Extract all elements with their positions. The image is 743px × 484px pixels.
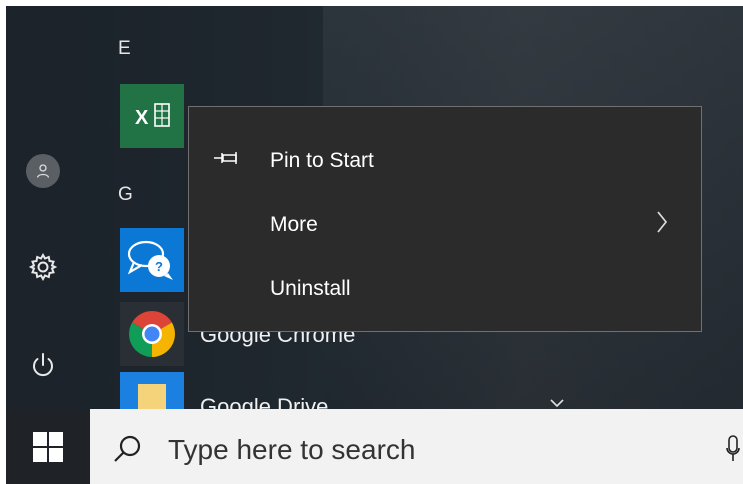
menu-item-more[interactable]: More — [189, 193, 701, 253]
drive-app-tile[interactable] — [120, 372, 184, 409]
excel-icon: X — [135, 103, 170, 129]
avatar — [26, 154, 60, 188]
menu-item-uninstall[interactable]: Uninstall — [189, 257, 701, 317]
power-button[interactable] — [24, 346, 62, 384]
chevron-down-icon — [550, 399, 564, 408]
context-menu: Pin to Start More Uninstall — [188, 106, 702, 332]
start-menu-left-rail — [6, 6, 78, 409]
menu-item-pin-to-start[interactable]: Pin to Start — [189, 129, 701, 189]
feedback-icon: ? — [127, 240, 173, 280]
settings-button[interactable] — [24, 248, 62, 286]
chrome-icon — [129, 311, 175, 357]
chevron-right-icon — [657, 211, 668, 233]
section-header-g[interactable]: G — [118, 184, 133, 206]
pin-icon — [214, 152, 237, 164]
power-icon — [33, 353, 53, 377]
menu-item-label: Uninstall — [270, 277, 351, 300]
section-header-e[interactable]: E — [118, 38, 131, 60]
svg-text:?: ? — [155, 259, 163, 274]
gear-icon — [28, 252, 58, 282]
search-icon — [114, 435, 141, 462]
feedback-hub-tile[interactable]: ? — [120, 228, 184, 292]
search-input[interactable]: Type here to search — [90, 409, 743, 484]
microphone-icon[interactable] — [726, 435, 740, 463]
menu-item-label: More — [270, 213, 318, 236]
chrome-app-tile[interactable] — [120, 302, 184, 366]
windows-logo-icon — [33, 431, 63, 462]
user-account-button[interactable] — [24, 152, 62, 190]
search-placeholder-text: Type here to search — [168, 434, 416, 465]
menu-item-label: Pin to Start — [270, 149, 374, 172]
taskbar: Type here to search — [6, 409, 743, 484]
drive-icon — [138, 384, 166, 409]
start-button[interactable] — [6, 409, 90, 484]
excel-app-tile[interactable]: X — [120, 84, 184, 148]
user-icon — [36, 164, 50, 178]
excel-tile-glyph: X — [135, 107, 149, 129]
